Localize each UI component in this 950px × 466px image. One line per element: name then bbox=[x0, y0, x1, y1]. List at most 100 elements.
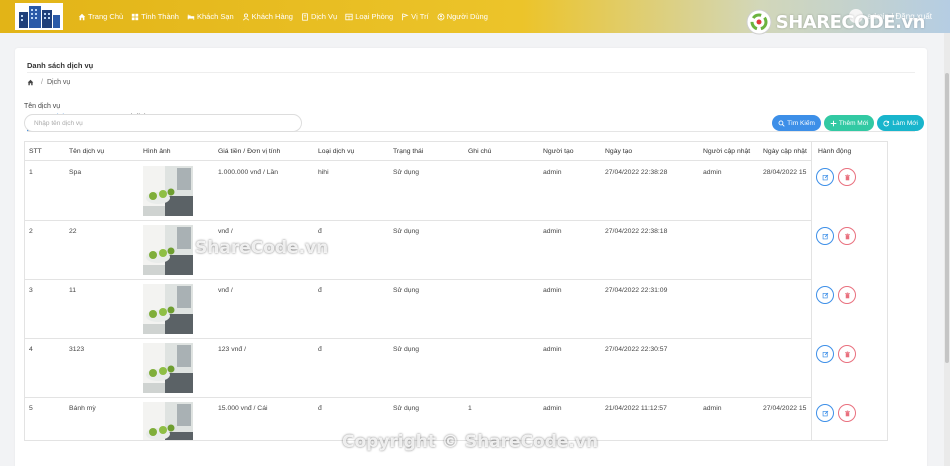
service-image bbox=[143, 402, 193, 440]
cell-updated: 28/04/2022 15 bbox=[763, 169, 807, 176]
column-header[interactable]: Người tạo bbox=[543, 148, 574, 155]
nav-item-services[interactable]: Dịch Vụ bbox=[301, 12, 337, 21]
column-header[interactable]: Ngày cập nhật bbox=[763, 148, 807, 155]
column-header[interactable]: Người cập nhật bbox=[703, 148, 750, 155]
cell-status: Sử dụng bbox=[393, 169, 420, 176]
table-row: 3 11 vnđ / đ Sử dụng admin 27/04/2022 22:31:09 bbox=[25, 280, 887, 339]
nav-item-provinces[interactable]: Tỉnh Thành bbox=[131, 12, 179, 21]
cell-name: Bánh mỳ bbox=[69, 405, 96, 412]
cell-stt: 4 bbox=[29, 346, 33, 353]
edit-button[interactable] bbox=[816, 345, 834, 363]
column-header[interactable]: STT bbox=[29, 148, 42, 155]
scrollbar-thumb[interactable] bbox=[945, 73, 949, 363]
column-header[interactable]: Trạng thái bbox=[393, 148, 423, 155]
cell-status: Sử dụng bbox=[393, 405, 420, 412]
service-thumbnail bbox=[143, 166, 193, 216]
nav-item-users[interactable]: Người Dùng bbox=[437, 12, 488, 21]
cell-creator: admin bbox=[543, 169, 562, 176]
table-row: 2 22 vnđ / đ Sử dụng admin 27/04/2022 22:38:18 bbox=[25, 221, 887, 280]
nav-item-locations[interactable]: Vị Trí bbox=[401, 12, 429, 21]
sharecode-logo-icon bbox=[746, 9, 772, 35]
toolbar: Tìm Kiếm Thêm Mới Làm Mới bbox=[769, 115, 924, 131]
page-title: Danh sách dịch vụ bbox=[27, 61, 94, 70]
cell-updated: 27/04/2022 15 bbox=[763, 405, 807, 412]
column-header: Hành động bbox=[818, 148, 852, 155]
delete-button[interactable] bbox=[838, 404, 856, 422]
nav-item-label: Người Dùng bbox=[446, 12, 488, 21]
search-button-label: Tìm Kiếm bbox=[787, 119, 815, 127]
cell-price: 15.000 vnđ / Cái bbox=[218, 405, 268, 412]
service-name-input[interactable] bbox=[24, 114, 302, 132]
nav-item-hotels[interactable]: Khách Sạn bbox=[187, 12, 234, 21]
service-image bbox=[143, 166, 193, 216]
sharecode-logo-watermark: SHARECODE.vn bbox=[745, 8, 926, 36]
trash-icon bbox=[844, 174, 850, 180]
service-thumbnail bbox=[143, 343, 193, 393]
add-button[interactable]: Thêm Mới bbox=[823, 115, 875, 131]
edit-icon bbox=[822, 174, 828, 180]
refresh-button[interactable]: Làm Mới bbox=[877, 115, 924, 131]
cell-name: 22 bbox=[69, 228, 77, 235]
edit-button[interactable] bbox=[816, 227, 834, 245]
nav-item-room-types[interactable]: Loại Phòng bbox=[345, 12, 393, 21]
refresh-button-label: Làm Mới bbox=[892, 119, 918, 127]
service-thumbnail bbox=[143, 225, 193, 275]
column-header[interactable]: Loại dịch vụ bbox=[318, 148, 354, 155]
nav-item-label: Tỉnh Thành bbox=[141, 12, 179, 21]
column-header[interactable]: Tên dịch vụ bbox=[69, 148, 104, 155]
plus-icon bbox=[830, 120, 837, 126]
table-header: STT Tên dịch vụ Hình ảnh Giá tiền / Đơn … bbox=[25, 142, 887, 161]
divider bbox=[27, 72, 915, 73]
nav-item-customers[interactable]: Khách Hàng bbox=[242, 12, 293, 21]
cell-updater: admin bbox=[703, 169, 722, 176]
breadcrumb-separator: / bbox=[41, 79, 43, 86]
nav-item-label: Dịch Vụ bbox=[310, 12, 338, 21]
column-header[interactable]: Hình ảnh bbox=[143, 148, 171, 155]
cell-creator: admin bbox=[543, 405, 562, 412]
column-header[interactable]: Ghi chú bbox=[468, 148, 491, 155]
delete-button[interactable] bbox=[838, 286, 856, 304]
delete-button[interactable] bbox=[838, 345, 856, 363]
edit-button[interactable] bbox=[816, 286, 834, 304]
cell-status: Sử dụng bbox=[393, 287, 420, 294]
cell-type: đ bbox=[318, 346, 322, 353]
cell-created: 27/04/2022 22:30:57 bbox=[605, 346, 668, 353]
page-scrollbar[interactable] bbox=[944, 33, 950, 466]
trash-icon bbox=[844, 292, 850, 298]
services-table: STT Tên dịch vụ Hình ảnh Giá tiền / Đơn … bbox=[24, 141, 888, 441]
home-icon[interactable] bbox=[27, 79, 34, 86]
column-header[interactable]: Giá tiền / Đơn vị tính bbox=[218, 148, 280, 155]
cell-stt: 5 bbox=[29, 405, 33, 412]
bed-icon bbox=[187, 13, 195, 21]
trash-icon bbox=[844, 410, 850, 416]
edit-button[interactable] bbox=[816, 404, 834, 422]
map-pin-icon bbox=[401, 12, 409, 21]
cell-created: 27/04/2022 22:38:18 bbox=[605, 228, 668, 235]
column-header[interactable]: Ngày tạo bbox=[605, 148, 632, 155]
delete-button[interactable] bbox=[838, 168, 856, 186]
cell-price: 1.000.000 vnđ / Lần bbox=[218, 169, 279, 176]
cell-name: Spa bbox=[69, 169, 82, 176]
cell-created: 27/04/2022 22:31:09 bbox=[605, 287, 668, 294]
table-row: 4 3123 123 vnđ / đ Sử dụng admin 27/04/2022 22… bbox=[25, 339, 887, 398]
cell-name: 3123 bbox=[69, 346, 85, 353]
table-icon bbox=[345, 13, 353, 21]
cell-price: vnđ / bbox=[218, 228, 233, 235]
cell-status: Sử dụng bbox=[393, 346, 420, 353]
trash-icon bbox=[844, 351, 850, 357]
search-button[interactable]: Tìm Kiếm bbox=[772, 115, 821, 131]
cell-type: đ bbox=[318, 287, 322, 294]
service-image bbox=[143, 343, 193, 393]
hotel-logo[interactable] bbox=[15, 3, 63, 30]
cell-updater: admin bbox=[703, 405, 722, 412]
cell-creator: admin bbox=[543, 228, 562, 235]
trash-icon bbox=[844, 233, 850, 239]
user-icon bbox=[242, 13, 250, 21]
edit-button[interactable] bbox=[816, 168, 834, 186]
cell-created: 27/04/2022 22:38:28 bbox=[605, 169, 668, 176]
refresh-icon bbox=[883, 120, 890, 126]
delete-button[interactable] bbox=[838, 227, 856, 245]
nav-item-home[interactable]: Trang Chủ bbox=[78, 12, 123, 21]
add-button-label: Thêm Mới bbox=[838, 119, 869, 127]
service-image bbox=[143, 225, 193, 275]
